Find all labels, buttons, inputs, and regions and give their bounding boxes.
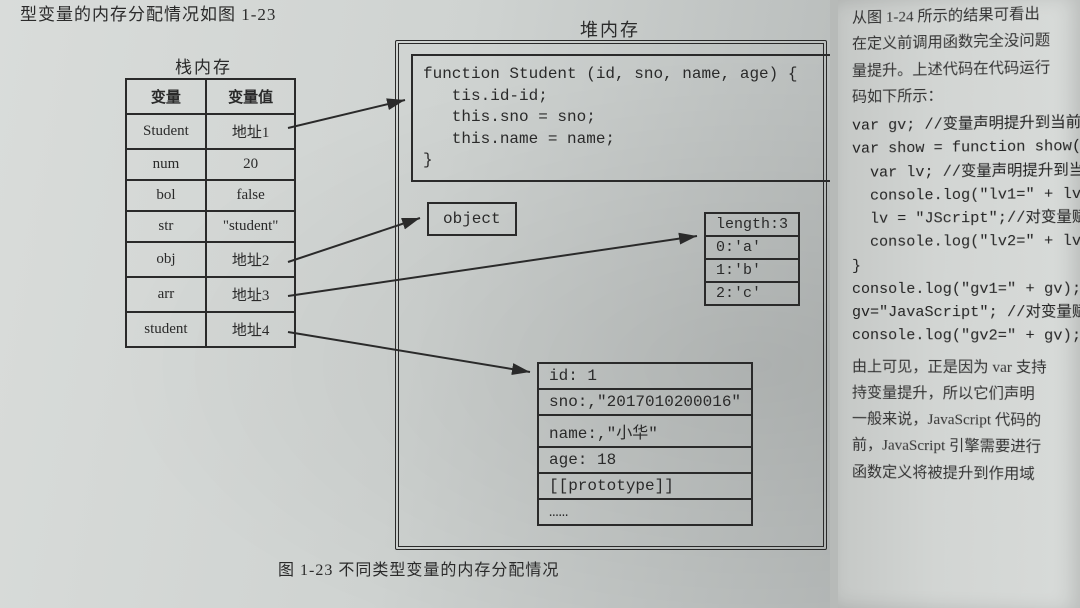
instance-row: age: 18: [538, 447, 752, 473]
rp-line: 从图 1-24 所示的结果可看出: [852, 6, 1040, 26]
instance-row: ……: [538, 499, 752, 525]
rp-line: 前，JavaScript 引擎需要进行: [852, 437, 1041, 455]
rp-code-block: var gv; //变量声明提升到当前作 var show = function…: [852, 111, 1080, 348]
instance-row: sno:,"2017010200016": [538, 389, 752, 415]
stack-val: "student": [206, 211, 296, 242]
heap-memory-title: 堆内存: [580, 16, 640, 42]
array-item: 2:'c': [705, 282, 799, 305]
figure-caption: 图 1-23 不同类型变量的内存分配情况: [278, 556, 559, 580]
stack-var: num: [126, 149, 206, 180]
array-item: 0:'a': [705, 236, 799, 259]
stack-table: 变量 变量值 Student地址1 num20 bolfalse str"stu…: [125, 78, 296, 348]
instance-row: [[prototype]]: [538, 473, 752, 499]
stack-memory-title: 栈内存: [175, 53, 232, 78]
stack-val: false: [206, 180, 296, 211]
textbook-page-photo: 型变量的内存分配情况如图 1-23 栈内存 堆内存 变量 变量值 Student…: [0, 0, 1080, 608]
array-item: 1:'b': [705, 259, 799, 282]
stack-var: student: [126, 312, 206, 347]
stack-header-var: 变量: [126, 79, 206, 114]
rp-line: 量提升。上述代码在代码运行: [852, 59, 1050, 79]
stack-val: 20: [206, 149, 296, 180]
stack-val: 地址1: [206, 114, 296, 149]
stack-var: bol: [126, 180, 206, 211]
stack-val: 地址2: [206, 242, 296, 277]
rp-line: 在定义前调用函数完全没问题: [852, 33, 1050, 53]
stack-header-val: 变量值: [206, 79, 296, 114]
stack-val: 地址4: [206, 312, 296, 347]
right-page-bleed: 从图 1-24 所示的结果可看出 在定义前调用函数完全没问题 量提升。上述代码在…: [830, 0, 1080, 608]
stack-var: Student: [126, 114, 206, 149]
object-box: object: [427, 202, 517, 236]
stack-var: arr: [126, 277, 206, 312]
instance-box: id: 1 sno:,"2017010200016" name:,"小华" ag…: [537, 362, 753, 526]
heap-region: function Student (id, sno, name, age) { …: [395, 40, 827, 550]
stack-var: str: [126, 211, 206, 242]
stack-val: 地址3: [206, 277, 296, 312]
rp-line: 由上可见，正是因为 var 支持: [852, 359, 1047, 376]
rp-line: 码如下所示：: [852, 88, 943, 106]
rp-line: 持变量提升，所以它们声明: [852, 385, 1035, 402]
arrow-student-to-func: [288, 100, 405, 128]
rp-line: 函数定义将被提升到作用域: [852, 464, 1035, 483]
instance-row: name:,"小华": [538, 415, 752, 447]
instance-row: id: 1: [538, 363, 752, 389]
top-fragment-text: 型变量的内存分配情况如图 1-23: [20, 0, 276, 25]
array-box: length:3 0:'a' 1:'b' 2:'c': [704, 212, 800, 306]
rp-line: 一般来说，JavaScript 代码的: [852, 411, 1041, 429]
array-length: length:3: [705, 213, 799, 236]
stack-var: obj: [126, 242, 206, 277]
function-definition-box: function Student (id, sno, name, age) { …: [411, 54, 835, 182]
